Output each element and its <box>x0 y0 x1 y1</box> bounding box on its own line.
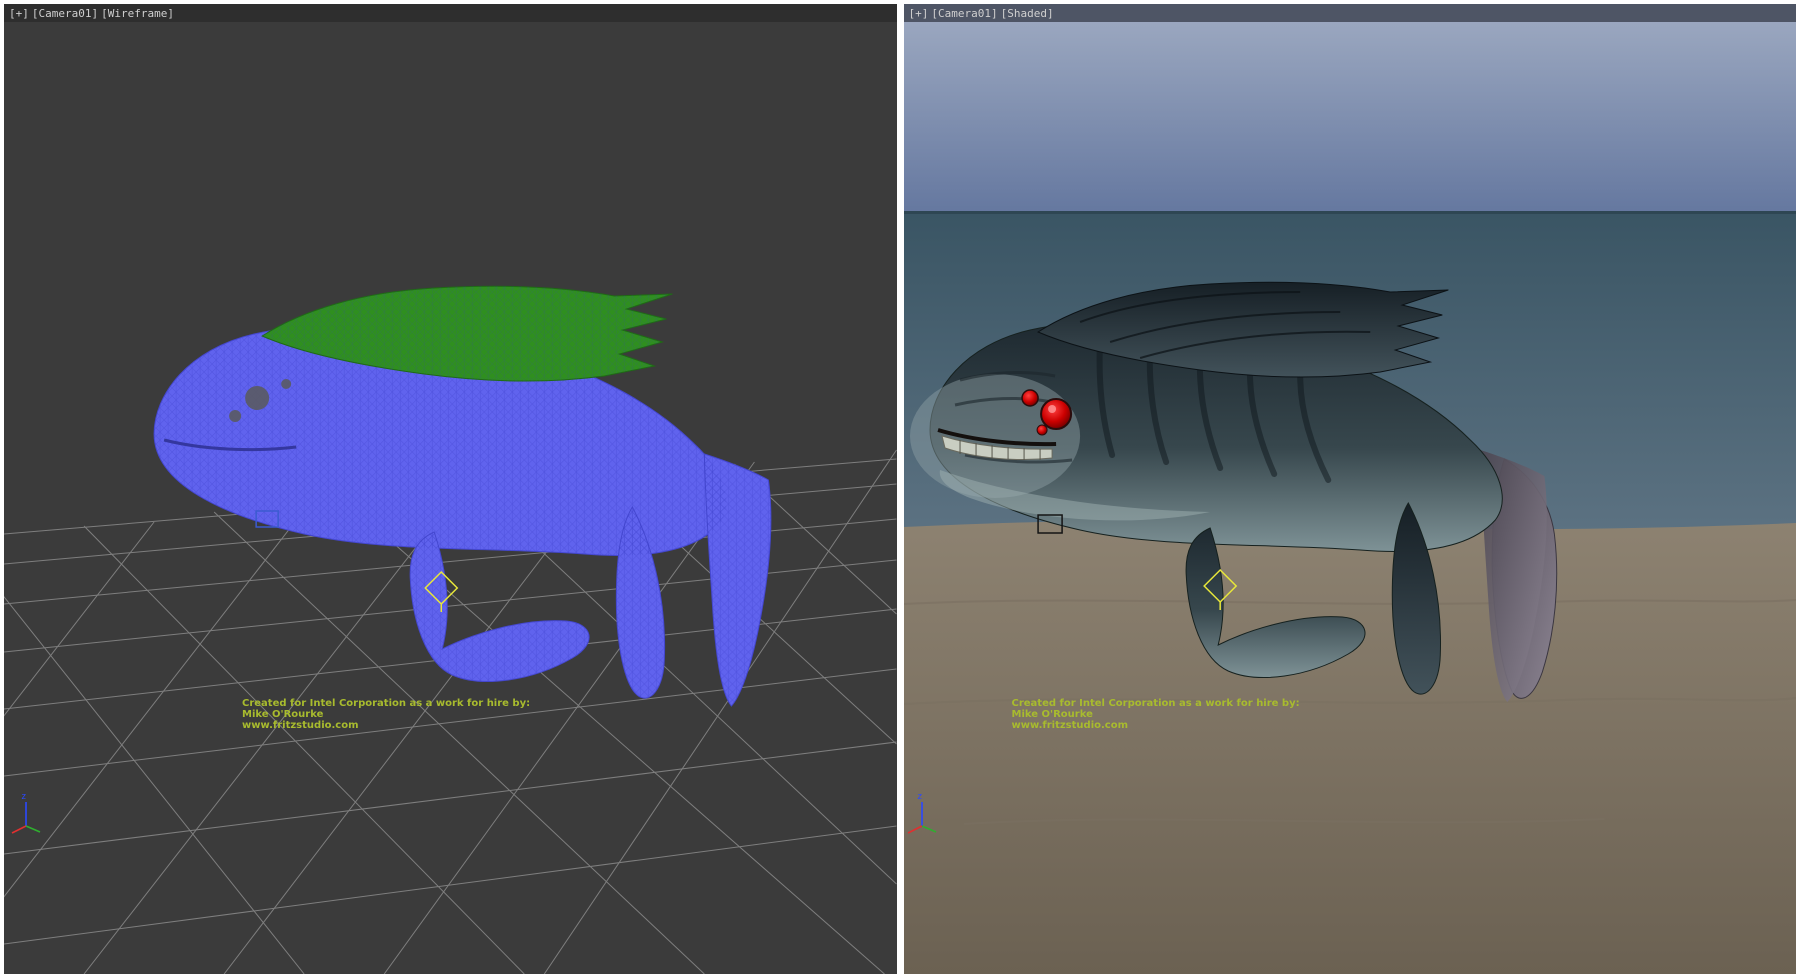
world-axis-tripod: z <box>12 792 40 833</box>
wireframe-scene-canvas[interactable]: z <box>4 4 897 974</box>
axis-z-label: z <box>917 792 922 802</box>
viewport-right-header: [+] [Camera01] [Shaded] <box>904 4 1797 22</box>
viewport-menu-camera[interactable]: [Camera01] <box>931 7 997 20</box>
axis-z-label: z <box>21 792 26 802</box>
scene-credit-text: Created for Intel Corporation as a work … <box>242 698 530 731</box>
viewport-menu-shading[interactable]: [Shaded] <box>1001 7 1054 20</box>
shaded-scene-canvas[interactable]: z <box>904 4 1797 974</box>
viewport-left-header: [+] [Camera01] [Wireframe] <box>4 4 897 22</box>
viewport-right[interactable]: [+] [Camera01] [Shaded] <box>904 4 1797 974</box>
viewport-menu-shading[interactable]: [Wireframe] <box>101 7 174 20</box>
fish-model-wireframe[interactable] <box>154 286 771 706</box>
viewport-menu-plus[interactable]: [+] <box>9 7 29 20</box>
sand-ground <box>904 520 1797 974</box>
dual-viewport-workspace: [+] [Camera01] [Wireframe] <box>0 0 1800 978</box>
scene-credit-text: Created for Intel Corporation as a work … <box>1012 698 1300 731</box>
viewport-left[interactable]: [+] [Camera01] [Wireframe] <box>4 4 897 974</box>
viewport-menu-plus[interactable]: [+] <box>909 7 929 20</box>
sky-backdrop <box>904 4 1797 216</box>
viewport-menu-camera[interactable]: [Camera01] <box>32 7 98 20</box>
